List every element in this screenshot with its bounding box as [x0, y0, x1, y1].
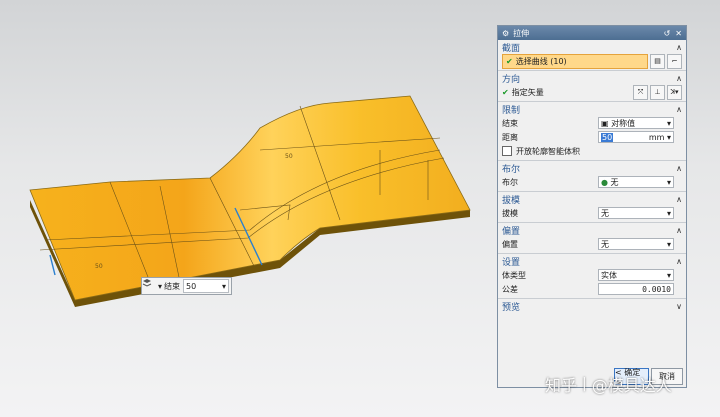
open-profile-label: 开放轮廓智能体积: [516, 146, 580, 156]
chevron-up-icon[interactable]: ∧: [676, 164, 682, 173]
dialog-title: 拉伸: [513, 28, 530, 38]
specify-vector-label: 指定矢量: [511, 87, 544, 97]
chevron-down-icon[interactable]: ▾: [158, 282, 162, 291]
reset-icon[interactable]: ↺: [664, 29, 671, 38]
section-header-preview[interactable]: 预览 ∨: [502, 300, 682, 313]
section-header-settings[interactable]: 设置 ∧: [502, 255, 682, 268]
section-draft: 拔模 ∧ 拔模 无 ▾: [498, 192, 686, 223]
body-type-select[interactable]: 实体 ▾: [598, 269, 674, 281]
section-preview: 预览 ∨: [498, 299, 686, 315]
chevron-up-icon[interactable]: ∧: [676, 74, 682, 83]
end-label: 结束: [502, 118, 518, 128]
section-header-offset[interactable]: 偏置 ∧: [502, 224, 682, 237]
section-limits: 限制 ∧ 结束 ▣ 对称值 ▾ 距离 50 mm ▾ 开放轮廓智能体积: [498, 102, 686, 161]
section-header-draft[interactable]: 拔模 ∧: [502, 193, 682, 206]
vector-dialog-icon[interactable]: ⊥: [650, 84, 665, 100]
draft-label: 拔模: [502, 208, 518, 218]
chevron-down-icon[interactable]: ∨: [676, 302, 682, 311]
section-direction: 方向 ∧ ✔ 指定矢量 ⤧ ⊥ ꓘ▾: [498, 71, 686, 102]
boolean-label: 布尔: [502, 177, 518, 187]
boolean-none-icon: ●: [601, 177, 608, 187]
section-header-section[interactable]: 截面 ∧: [502, 41, 682, 54]
chevron-up-icon[interactable]: ∧: [676, 195, 682, 204]
chevron-down-icon: ▾: [666, 239, 671, 249]
onscreen-end-input[interactable]: ▾ 结束 50 ▾: [141, 277, 232, 295]
chevron-up-icon[interactable]: ∧: [676, 105, 682, 114]
chevron-down-icon: ▾: [666, 118, 671, 128]
chevron-down-icon[interactable]: ▾: [222, 282, 226, 291]
gear-icon[interactable]: ⚙: [502, 29, 509, 38]
offset-select[interactable]: 无 ▾: [598, 238, 674, 250]
close-icon[interactable]: ✕: [675, 29, 682, 38]
onscreen-end-value: 50: [186, 281, 197, 291]
section-curves: 截面 ∧ ✔ 选择曲线 (10) ▤ ⌐: [498, 40, 686, 71]
dialog-titlebar: ⚙ 拉伸 ↺ ✕: [498, 26, 686, 40]
end-select[interactable]: ▣ 对称值 ▾: [598, 117, 674, 129]
chevron-down-icon: ▾: [666, 270, 671, 280]
onscreen-end-label: 结束: [164, 281, 181, 291]
dim-top: 50: [285, 153, 293, 160]
tolerance-input[interactable]: 0.0010: [598, 283, 674, 295]
boolean-select[interactable]: ● 无 ▾: [598, 176, 674, 188]
watermark-site: 知乎: [545, 376, 578, 395]
section-header-limits[interactable]: 限制 ∧: [502, 103, 682, 116]
distance-label: 距离: [502, 132, 518, 142]
section-boolean: 布尔 ∧ 布尔 ● 无 ▾: [498, 161, 686, 192]
section-header-direction[interactable]: 方向 ∧: [502, 72, 682, 85]
chevron-down-icon: ▾: [666, 177, 671, 187]
vector-type-icon[interactable]: ꓘ▾: [667, 84, 682, 100]
chevron-down-icon: ▾: [666, 208, 671, 218]
check-icon: ✔: [502, 87, 509, 97]
section-settings: 设置 ∧ 体类型 实体 ▾ 公差 0.0010: [498, 254, 686, 299]
onscreen-end-value-field[interactable]: 50 ▾: [183, 279, 229, 293]
body-type-label: 体类型: [502, 270, 526, 280]
watermark: 知乎 | @模具达人: [545, 372, 672, 396]
select-curve-field[interactable]: ✔ 选择曲线 (10): [502, 53, 648, 69]
section-offset: 偏置 ∧ 偏置 无 ▾: [498, 223, 686, 254]
chevron-up-icon[interactable]: ∧: [676, 257, 682, 266]
symmetric-icon: ▣: [601, 118, 609, 128]
layers-icon: [142, 279, 158, 293]
reverse-direction-icon[interactable]: ⤧: [633, 84, 648, 100]
section-header-boolean[interactable]: 布尔 ∧: [502, 162, 682, 175]
chevron-up-icon[interactable]: ∧: [676, 43, 682, 52]
dim-left: 50: [95, 263, 103, 270]
watermark-separator: |: [582, 376, 587, 392]
extrude-dialog: ⚙ 拉伸 ↺ ✕ 截面 ∧ ✔ 选择曲线 (10) ▤ ⌐ 方向 ∧ ✔ 指定矢量 …: [497, 25, 687, 388]
check-icon: ✔: [506, 56, 513, 66]
offset-label: 偏置: [502, 239, 518, 249]
curve-rule-icon[interactable]: ⌐: [667, 53, 682, 69]
sketch-icon[interactable]: ▤: [650, 53, 665, 69]
watermark-author: @模具达人: [591, 376, 672, 395]
chevron-up-icon[interactable]: ∧: [676, 226, 682, 235]
distance-input[interactable]: 50 mm ▾: [598, 131, 674, 143]
open-profile-checkbox[interactable]: [502, 146, 512, 156]
tolerance-label: 公差: [502, 284, 518, 294]
draft-select[interactable]: 无 ▾: [598, 207, 674, 219]
